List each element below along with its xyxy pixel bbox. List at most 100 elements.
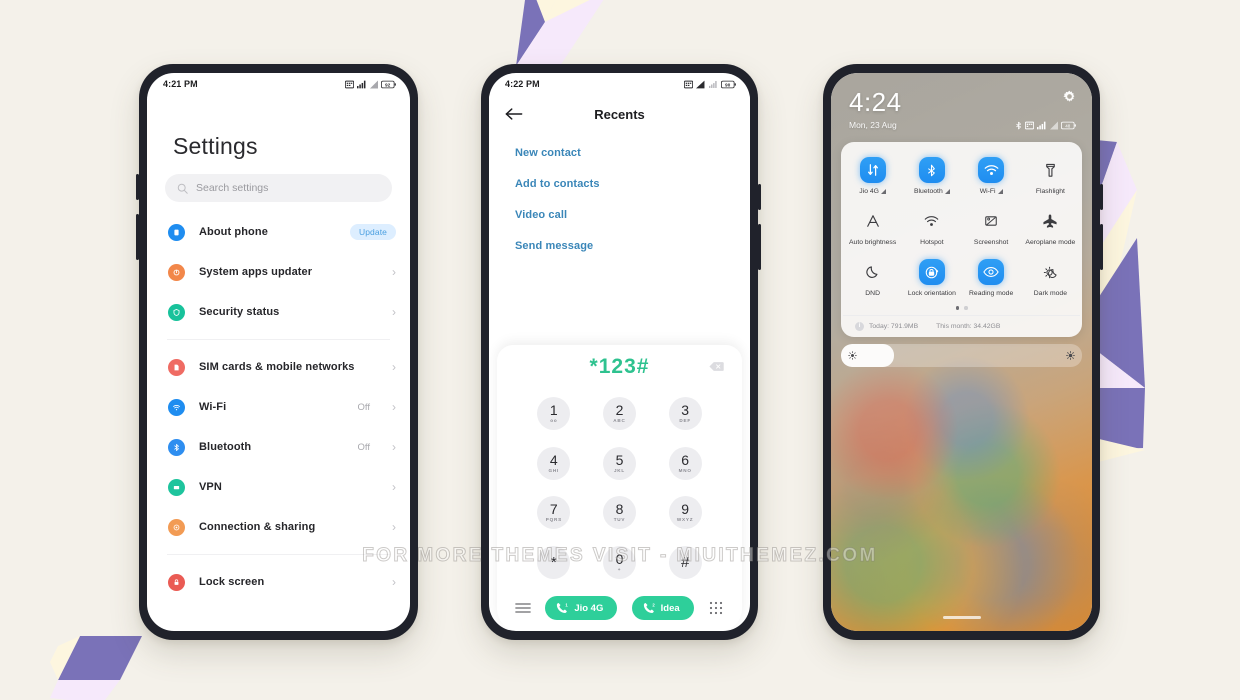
key-3[interactable]: 3 DEF — [668, 397, 702, 431]
drag-handle[interactable] — [942, 616, 981, 619]
key-star[interactable]: * — [537, 545, 571, 579]
tile-bluetooth[interactable]: Bluetooth — [902, 152, 961, 203]
settings-row-wifi[interactable]: Wi-Fi Off › — [147, 387, 410, 427]
action-video-call[interactable]: Video call — [489, 199, 750, 230]
page-indicator — [843, 305, 1080, 315]
bluetooth-icon — [1016, 121, 1021, 130]
data-usage-row[interactable]: i Today: 791.9MB This month: 34.42GB — [843, 314, 1080, 333]
key-hash[interactable]: # — [668, 545, 702, 579]
tile-label: Lock orientation — [907, 290, 956, 297]
settings-row-sim-cards[interactable]: SIM cards & mobile networks › — [147, 347, 410, 387]
action-add-to-contacts[interactable]: Add to contacts — [489, 168, 750, 199]
date-and-status: Mon, 23 Aug 48 — [849, 120, 1076, 130]
tile-aeroplane-mode[interactable]: Aeroplane mode — [1021, 203, 1080, 254]
page-dot-2[interactable] — [964, 306, 968, 310]
key-9[interactable]: 9 WXYZ — [668, 496, 702, 530]
tile-reading-mode[interactable]: Reading mode — [962, 254, 1021, 305]
sim1-label: Jio 4G — [574, 602, 604, 614]
settings-list: About phone Update System apps updater ›… — [147, 212, 410, 602]
keypad-icon[interactable] — [708, 600, 724, 616]
vpn-icon — [168, 478, 185, 496]
svg-text:1: 1 — [566, 602, 569, 607]
airplane-icon — [1037, 208, 1063, 234]
page-title: Settings — [173, 133, 258, 159]
back-arrow-icon[interactable] — [505, 107, 523, 121]
tile-label: Hotspot — [920, 239, 944, 246]
tile-label: Reading mode — [969, 290, 1014, 297]
control-center-header: 4:24 Mon, 23 Aug 48 — [831, 73, 1092, 130]
tile-dnd[interactable]: DND — [843, 254, 902, 305]
settings-row-label: System apps updater — [199, 266, 313, 278]
power-button[interactable] — [1100, 224, 1103, 270]
gear-icon[interactable] — [1063, 90, 1076, 103]
settings-row-security-status[interactable]: Security status › — [147, 292, 410, 332]
svg-text:92: 92 — [385, 82, 391, 87]
status-badge[interactable]: Update — [349, 224, 396, 240]
phone-settings: 4:21 PM 92 Settings Search settings Abou… — [136, 64, 418, 640]
phone1-statusbar: 4:21 PM 92 — [147, 73, 410, 95]
phone2-screen: 4:22 PM 90 Recents New contact Add to co… — [489, 73, 750, 631]
call-sim1-button[interactable]: 1 Jio 4G — [545, 596, 618, 620]
settings-row-lock-screen[interactable]: Lock screen › — [147, 562, 410, 602]
wifi-icon — [978, 157, 1005, 183]
power-button[interactable] — [758, 224, 761, 270]
key-5[interactable]: 5 JKL — [602, 446, 636, 480]
tile-wifi[interactable]: Wi-Fi — [962, 152, 1021, 203]
flashlight-icon — [1037, 157, 1063, 183]
key-8[interactable]: 8 TUV — [602, 496, 636, 530]
settings-row-value: Off — [357, 441, 371, 453]
signal-2-icon — [709, 80, 717, 88]
tile-screenshot[interactable]: Screenshot — [962, 203, 1021, 254]
search-input[interactable]: Search settings — [165, 174, 392, 202]
menu-icon[interactable] — [515, 600, 531, 616]
settings-row-vpn[interactable]: VPN › — [147, 467, 410, 507]
tile-label: DND — [865, 290, 880, 297]
data-usage-today: Today: 791.9MB — [869, 322, 919, 330]
key-4[interactable]: 4 GHI — [537, 446, 571, 480]
battery-icon: 90 — [721, 80, 736, 88]
quick-settings-panel: Jio 4G Bluetooth Wi-Fi Flashlight Auto b… — [841, 142, 1082, 337]
tile-auto-brightness[interactable]: Auto brightness — [843, 203, 902, 254]
volume-button[interactable] — [758, 184, 761, 210]
rotation-lock-icon — [918, 259, 945, 285]
chevron-right-icon: › — [392, 400, 396, 414]
page-dot-1[interactable] — [955, 306, 959, 310]
screenshot-canvas: 4:21 PM 92 Settings Search settings Abou… — [0, 0, 1240, 700]
statusbar-icons: 48 — [1015, 121, 1076, 130]
tile-dark-mode[interactable]: Dark mode — [1021, 254, 1080, 305]
volume-button[interactable] — [136, 174, 139, 200]
tile-lock-orientation[interactable]: Lock orientation — [902, 254, 961, 305]
backspace-icon[interactable] — [709, 361, 724, 372]
key-1[interactable]: 1 oo — [537, 397, 571, 431]
key-2[interactable]: 2 ABC — [602, 397, 636, 431]
dialed-number[interactable]: *123# — [590, 355, 650, 379]
action-new-contact[interactable]: New contact — [489, 137, 750, 168]
tile-flashlight[interactable]: Flashlight — [1021, 152, 1080, 203]
tile-label: Wi-Fi — [980, 188, 1003, 195]
signal-icon — [357, 80, 366, 88]
settings-row-bluetooth[interactable]: Bluetooth Off › — [147, 427, 410, 467]
key-0[interactable]: 0 + — [602, 545, 636, 579]
call-icon: 1 — [557, 602, 569, 613]
key-7[interactable]: 7 PQRS — [537, 496, 571, 530]
settings-row-label: About phone — [199, 226, 268, 238]
settings-row-system-apps-updater[interactable]: System apps updater › — [147, 252, 410, 292]
calendar-icon — [684, 80, 693, 88]
call-sim2-button[interactable]: 2 Idea — [631, 596, 694, 620]
tile-hotspot[interactable]: Hotspot — [902, 203, 961, 254]
wifi-icon — [168, 398, 185, 416]
volume-button[interactable] — [1100, 184, 1103, 210]
power-button[interactable] — [136, 214, 139, 260]
svg-text:2: 2 — [652, 602, 655, 607]
action-send-message[interactable]: Send message — [489, 230, 750, 261]
battery-icon: 92 — [381, 80, 396, 88]
tile-mobile-data[interactable]: Jio 4G — [843, 152, 902, 203]
settings-row-connection-sharing[interactable]: Connection & sharing › — [147, 507, 410, 547]
key-6[interactable]: 6 MNO — [668, 446, 702, 480]
brightness-low-icon — [848, 350, 857, 360]
phone-info-icon — [168, 223, 185, 241]
settings-row-about-phone[interactable]: About phone Update — [147, 212, 410, 252]
chevron-right-icon: › — [392, 575, 396, 589]
list-divider — [167, 339, 390, 340]
brightness-slider[interactable] — [841, 343, 1082, 367]
